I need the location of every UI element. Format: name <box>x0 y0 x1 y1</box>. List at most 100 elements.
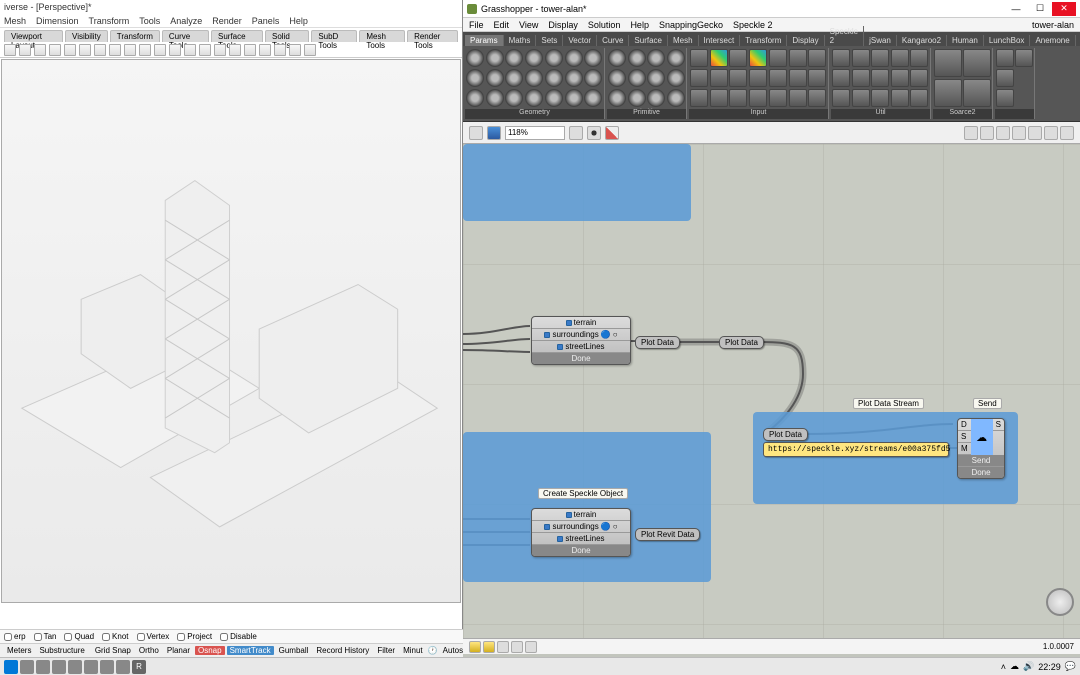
taskbar-app-icon[interactable] <box>84 660 98 674</box>
toolbar-tab[interactable]: Surface Tools <box>211 30 263 42</box>
taskbar-app-icon[interactable] <box>20 660 34 674</box>
status-toggle[interactable]: Grid Snap <box>92 646 134 655</box>
menu-item[interactable]: Speckle 2 <box>733 20 773 30</box>
minimize-button[interactable]: — <box>1004 2 1028 16</box>
component-icon[interactable] <box>486 49 504 67</box>
component-icon[interactable] <box>710 69 728 87</box>
stream-url-panel[interactable]: https://speckle.xyz/streams/e00a375fd5 <box>763 442 949 457</box>
status-icon[interactable] <box>497 641 509 653</box>
component-icon[interactable] <box>749 49 767 67</box>
toolbar-tab[interactable]: Render Tools <box>407 30 458 42</box>
component-icon[interactable] <box>789 89 807 107</box>
panel-label[interactable]: Input <box>689 109 828 119</box>
menu-item[interactable]: Edit <box>494 20 510 30</box>
ribbon-tab[interactable]: Intersect <box>699 35 741 46</box>
component-icon[interactable] <box>608 69 626 87</box>
component-icon[interactable] <box>934 79 962 107</box>
menu-item[interactable]: Transform <box>89 16 130 26</box>
panel-label[interactable]: Primitive <box>607 109 686 119</box>
component-icon[interactable] <box>525 69 543 87</box>
tool-icon[interactable] <box>304 44 316 56</box>
component-icon[interactable] <box>852 89 870 107</box>
component-icon[interactable] <box>505 89 523 107</box>
panel-label[interactable]: Geometry <box>465 109 604 119</box>
param-plot-revit-data[interactable]: Plot Revit Data <box>635 528 700 541</box>
tool-icon[interactable] <box>184 44 196 56</box>
component-icon[interactable] <box>584 89 602 107</box>
taskbar-app-icon[interactable] <box>52 660 66 674</box>
menu-item[interactable]: Tools <box>139 16 160 26</box>
status-toggle[interactable]: Filter <box>374 646 398 655</box>
ribbon-tab[interactable]: Sets <box>536 35 563 46</box>
zui-add-icon[interactable] <box>544 332 550 338</box>
tool-icon[interactable] <box>274 44 286 56</box>
component-icon[interactable] <box>808 49 826 67</box>
component-icon[interactable] <box>749 69 767 87</box>
component-icon[interactable] <box>584 69 602 87</box>
vray-icon[interactable] <box>1015 49 1033 67</box>
component-icon[interactable] <box>934 49 962 77</box>
tray-icon[interactable]: 🔊 <box>1023 661 1034 672</box>
component-icon[interactable] <box>832 69 850 87</box>
component-icon[interactable] <box>466 49 484 67</box>
create-speckle-object-component[interactable]: terrain surroundings🔵○ streetLines Done <box>531 316 631 365</box>
rhino-viewport[interactable] <box>1 59 461 603</box>
taskbar-clock[interactable]: 22:29 <box>1038 662 1061 672</box>
menu-item[interactable]: SnappingGecko <box>659 20 723 30</box>
zui-add-icon[interactable] <box>566 512 572 518</box>
toolbar-tab[interactable]: Curve Tools <box>162 30 209 42</box>
component-icon[interactable] <box>789 69 807 87</box>
status-toggle[interactable]: Gumball <box>276 646 312 655</box>
component-icon[interactable] <box>628 69 646 87</box>
status-toggle[interactable]: Planar <box>164 646 193 655</box>
component-icon[interactable] <box>996 69 1014 87</box>
component-icon[interactable] <box>910 49 928 67</box>
sketch-icon[interactable] <box>605 126 619 140</box>
preview-icon[interactable] <box>587 126 601 140</box>
component-icon[interactable] <box>667 69 685 87</box>
component-icon[interactable] <box>710 49 728 67</box>
osnap-check[interactable]: Tan <box>34 632 57 641</box>
component-icon[interactable] <box>749 89 767 107</box>
toolbar-tab[interactable]: Mesh Tools <box>359 30 405 42</box>
param-plot-data-stream-input[interactable]: Plot Data <box>763 428 808 441</box>
zui-add-icon[interactable] <box>557 536 563 542</box>
component-icon[interactable] <box>789 49 807 67</box>
osnap-check[interactable]: Knot <box>102 632 128 641</box>
component-icon[interactable] <box>690 69 708 87</box>
taskbar-app-icon[interactable] <box>68 660 82 674</box>
tool-icon[interactable] <box>64 44 76 56</box>
status-icon[interactable] <box>525 641 537 653</box>
component-icon[interactable] <box>486 89 504 107</box>
status-toggle-osnap[interactable]: Osnap <box>195 646 225 655</box>
osnap-check[interactable]: Vertex <box>137 632 170 641</box>
menu-item[interactable]: Dimension <box>36 16 79 26</box>
tool-icon[interactable] <box>229 44 241 56</box>
send-cloud-icon[interactable]: ☁︎ <box>971 419 993 455</box>
tool-icon[interactable] <box>109 44 121 56</box>
component-icon[interactable] <box>963 79 991 107</box>
menu-item[interactable]: Mesh <box>4 16 26 26</box>
component-icon[interactable] <box>891 69 909 87</box>
save-icon[interactable] <box>487 126 501 140</box>
ribbon-tab[interactable]: Anemone <box>1030 35 1075 46</box>
component-icon[interactable] <box>466 69 484 87</box>
ribbon-tab[interactable]: Samples <box>1076 35 1080 46</box>
taskbar-app-icon[interactable] <box>100 660 114 674</box>
tb-icon[interactable] <box>1028 126 1042 140</box>
menu-item[interactable]: Render <box>212 16 242 26</box>
status-toggle[interactable]: Record History <box>313 646 372 655</box>
osnap-check[interactable]: Disable <box>220 632 257 641</box>
component-icon[interactable] <box>871 49 889 67</box>
component-icon[interactable] <box>871 69 889 87</box>
tool-icon[interactable] <box>169 44 181 56</box>
menu-item[interactable]: Analyze <box>170 16 202 26</box>
component-icon[interactable] <box>871 89 889 107</box>
tb-icon[interactable] <box>980 126 994 140</box>
menu-item[interactable]: Solution <box>588 20 621 30</box>
gh-canvas[interactable]: Plot Geometry Create Speckle Object terr… <box>463 144 1080 638</box>
component-icon[interactable] <box>584 49 602 67</box>
component-icon[interactable] <box>729 49 747 67</box>
osnap-check[interactable]: Project <box>177 632 212 641</box>
ribbon-tab[interactable]: Display <box>787 35 824 46</box>
